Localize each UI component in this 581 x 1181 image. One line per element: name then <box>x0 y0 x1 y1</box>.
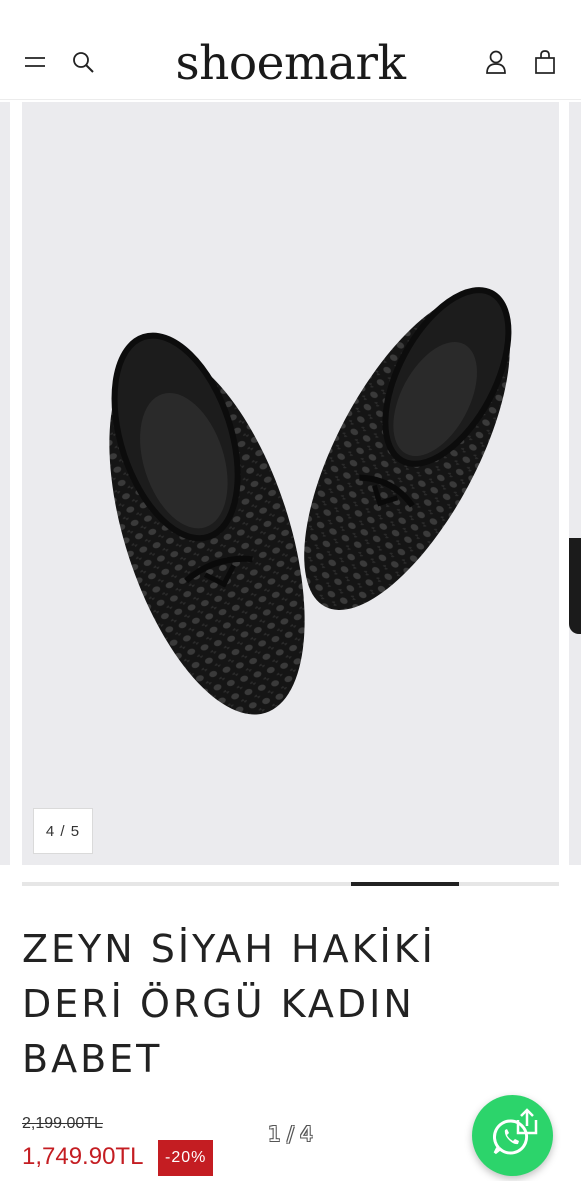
share-icon <box>516 1108 538 1135</box>
discount-badge: -20% <box>158 1140 214 1176</box>
black-woven-flats-image <box>109 287 512 715</box>
cart-button[interactable] <box>529 46 561 78</box>
gallery-progress-track <box>22 882 559 886</box>
image-index-overlay: 1 / 4 <box>268 1122 313 1146</box>
product-title: ZEYN SİYAH HAKİKİ DERİ ÖRGÜ KADIN BABET <box>22 927 436 1081</box>
original-price: 2,199.00TL <box>22 1115 103 1132</box>
next-slide-shoe-edge <box>569 538 581 634</box>
account-button[interactable] <box>480 46 512 78</box>
product-image-gallery[interactable] <box>0 100 581 865</box>
sale-price: 1,749.90TL <box>22 1143 144 1170</box>
previous-slide-peek[interactable] <box>0 102 10 865</box>
slide-counter: 4 / 5 <box>33 808 93 854</box>
user-icon <box>486 50 506 74</box>
gallery-progress-fill <box>351 882 459 886</box>
next-slide-peek[interactable] <box>569 102 581 865</box>
site-header: shoemark <box>0 0 581 100</box>
whatsapp-button[interactable] <box>472 1095 553 1176</box>
product-image[interactable] <box>22 102 559 865</box>
shopping-bag-icon <box>535 50 555 74</box>
